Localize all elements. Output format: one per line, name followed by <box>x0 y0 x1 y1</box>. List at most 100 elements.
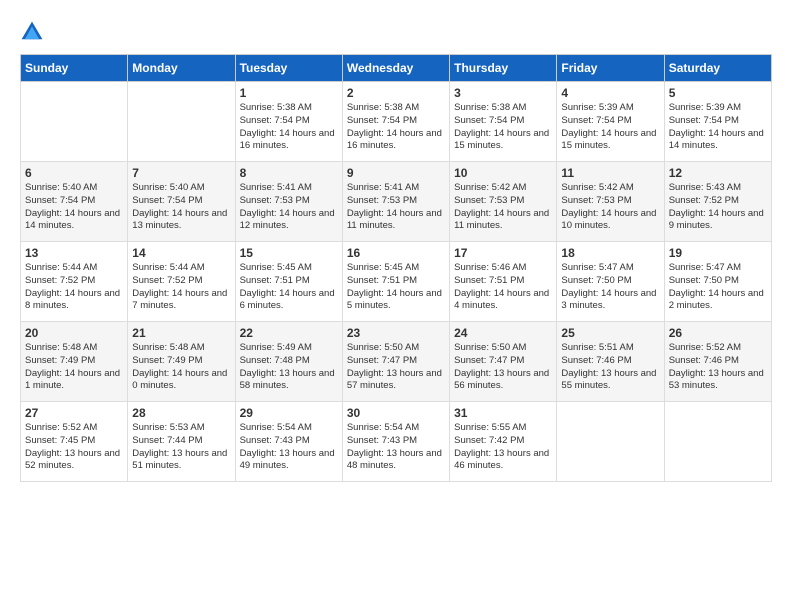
day-number: 16 <box>347 246 445 260</box>
day-number: 21 <box>132 326 230 340</box>
calendar-cell <box>21 82 128 162</box>
day-number: 1 <box>240 86 338 100</box>
cell-info: Sunrise: 5:48 AM Sunset: 7:49 PM Dayligh… <box>132 342 230 393</box>
calendar-cell: 19 Sunrise: 5:47 AM Sunset: 7:50 PM Dayli… <box>664 242 771 322</box>
day-number: 18 <box>561 246 659 260</box>
cell-info: Sunrise: 5:52 AM Sunset: 7:46 PM Dayligh… <box>669 342 767 393</box>
column-header-saturday: Saturday <box>664 55 771 82</box>
calendar-cell: 15 Sunrise: 5:45 AM Sunset: 7:51 PM Dayli… <box>235 242 342 322</box>
day-number: 29 <box>240 406 338 420</box>
day-number: 14 <box>132 246 230 260</box>
calendar-cell: 31 Sunrise: 5:55 AM Sunset: 7:42 PM Dayli… <box>450 402 557 482</box>
calendar-week-row: 1 Sunrise: 5:38 AM Sunset: 7:54 PM Daylig… <box>21 82 772 162</box>
calendar-cell: 5 Sunrise: 5:39 AM Sunset: 7:54 PM Daylig… <box>664 82 771 162</box>
cell-info: Sunrise: 5:54 AM Sunset: 7:43 PM Dayligh… <box>347 422 445 473</box>
cell-info: Sunrise: 5:40 AM Sunset: 7:54 PM Dayligh… <box>132 182 230 233</box>
day-number: 31 <box>454 406 552 420</box>
day-number: 6 <box>25 166 123 180</box>
cell-info: Sunrise: 5:42 AM Sunset: 7:53 PM Dayligh… <box>561 182 659 233</box>
calendar-week-row: 6 Sunrise: 5:40 AM Sunset: 7:54 PM Daylig… <box>21 162 772 242</box>
column-header-friday: Friday <box>557 55 664 82</box>
cell-info: Sunrise: 5:41 AM Sunset: 7:53 PM Dayligh… <box>240 182 338 233</box>
day-number: 23 <box>347 326 445 340</box>
day-number: 15 <box>240 246 338 260</box>
cell-info: Sunrise: 5:46 AM Sunset: 7:51 PM Dayligh… <box>454 262 552 313</box>
cell-info: Sunrise: 5:42 AM Sunset: 7:53 PM Dayligh… <box>454 182 552 233</box>
calendar-cell: 17 Sunrise: 5:46 AM Sunset: 7:51 PM Dayli… <box>450 242 557 322</box>
calendar-cell: 23 Sunrise: 5:50 AM Sunset: 7:47 PM Dayli… <box>342 322 449 402</box>
day-number: 24 <box>454 326 552 340</box>
calendar-cell: 10 Sunrise: 5:42 AM Sunset: 7:53 PM Dayli… <box>450 162 557 242</box>
cell-info: Sunrise: 5:38 AM Sunset: 7:54 PM Dayligh… <box>347 102 445 153</box>
cell-info: Sunrise: 5:47 AM Sunset: 7:50 PM Dayligh… <box>669 262 767 313</box>
calendar-cell <box>557 402 664 482</box>
column-header-monday: Monday <box>128 55 235 82</box>
day-number: 8 <box>240 166 338 180</box>
day-number: 26 <box>669 326 767 340</box>
column-header-thursday: Thursday <box>450 55 557 82</box>
cell-info: Sunrise: 5:41 AM Sunset: 7:53 PM Dayligh… <box>347 182 445 233</box>
column-header-sunday: Sunday <box>21 55 128 82</box>
calendar-week-row: 27 Sunrise: 5:52 AM Sunset: 7:45 PM Dayli… <box>21 402 772 482</box>
calendar-cell: 1 Sunrise: 5:38 AM Sunset: 7:54 PM Daylig… <box>235 82 342 162</box>
cell-info: Sunrise: 5:39 AM Sunset: 7:54 PM Dayligh… <box>561 102 659 153</box>
cell-info: Sunrise: 5:39 AM Sunset: 7:54 PM Dayligh… <box>669 102 767 153</box>
cell-info: Sunrise: 5:55 AM Sunset: 7:42 PM Dayligh… <box>454 422 552 473</box>
calendar-cell: 26 Sunrise: 5:52 AM Sunset: 7:46 PM Dayli… <box>664 322 771 402</box>
cell-info: Sunrise: 5:48 AM Sunset: 7:49 PM Dayligh… <box>25 342 123 393</box>
day-number: 12 <box>669 166 767 180</box>
day-number: 11 <box>561 166 659 180</box>
calendar-cell: 16 Sunrise: 5:45 AM Sunset: 7:51 PM Dayli… <box>342 242 449 322</box>
logo <box>20 20 48 44</box>
calendar-cell: 12 Sunrise: 5:43 AM Sunset: 7:52 PM Dayli… <box>664 162 771 242</box>
cell-info: Sunrise: 5:54 AM Sunset: 7:43 PM Dayligh… <box>240 422 338 473</box>
cell-info: Sunrise: 5:45 AM Sunset: 7:51 PM Dayligh… <box>347 262 445 313</box>
cell-info: Sunrise: 5:50 AM Sunset: 7:47 PM Dayligh… <box>347 342 445 393</box>
day-number: 22 <box>240 326 338 340</box>
calendar-cell: 4 Sunrise: 5:39 AM Sunset: 7:54 PM Daylig… <box>557 82 664 162</box>
day-number: 4 <box>561 86 659 100</box>
day-number: 27 <box>25 406 123 420</box>
day-number: 5 <box>669 86 767 100</box>
calendar-cell <box>128 82 235 162</box>
calendar-cell: 27 Sunrise: 5:52 AM Sunset: 7:45 PM Dayli… <box>21 402 128 482</box>
calendar-cell: 28Sunrise: 5:53 AM Sunset: 7:44 PM Dayli… <box>128 402 235 482</box>
calendar-cell: 29 Sunrise: 5:54 AM Sunset: 7:43 PM Dayli… <box>235 402 342 482</box>
day-number: 2 <box>347 86 445 100</box>
calendar-cell: 14Sunrise: 5:44 AM Sunset: 7:52 PM Dayli… <box>128 242 235 322</box>
column-header-wednesday: Wednesday <box>342 55 449 82</box>
calendar-cell: 3Sunrise: 5:38 AM Sunset: 7:54 PM Daylig… <box>450 82 557 162</box>
logo-icon <box>20 20 44 44</box>
day-number: 28 <box>132 406 230 420</box>
day-number: 19 <box>669 246 767 260</box>
cell-info: Sunrise: 5:47 AM Sunset: 7:50 PM Dayligh… <box>561 262 659 313</box>
cell-info: Sunrise: 5:52 AM Sunset: 7:45 PM Dayligh… <box>25 422 123 473</box>
calendar-cell: 20Sunrise: 5:48 AM Sunset: 7:49 PM Dayli… <box>21 322 128 402</box>
cell-info: Sunrise: 5:38 AM Sunset: 7:54 PM Dayligh… <box>240 102 338 153</box>
calendar-cell: 7Sunrise: 5:40 AM Sunset: 7:54 PM Daylig… <box>128 162 235 242</box>
cell-info: Sunrise: 5:38 AM Sunset: 7:54 PM Dayligh… <box>454 102 552 153</box>
day-number: 25 <box>561 326 659 340</box>
day-number: 17 <box>454 246 552 260</box>
calendar-header-row: SundayMondayTuesdayWednesdayThursdayFrid… <box>21 55 772 82</box>
calendar-cell: 30 Sunrise: 5:54 AM Sunset: 7:43 PM Dayli… <box>342 402 449 482</box>
cell-info: Sunrise: 5:43 AM Sunset: 7:52 PM Dayligh… <box>669 182 767 233</box>
day-number: 30 <box>347 406 445 420</box>
calendar-table: SundayMondayTuesdayWednesdayThursdayFrid… <box>20 54 772 482</box>
calendar-cell: 11 Sunrise: 5:42 AM Sunset: 7:53 PM Dayli… <box>557 162 664 242</box>
cell-info: Sunrise: 5:44 AM Sunset: 7:52 PM Dayligh… <box>25 262 123 313</box>
calendar-week-row: 20Sunrise: 5:48 AM Sunset: 7:49 PM Dayli… <box>21 322 772 402</box>
column-header-tuesday: Tuesday <box>235 55 342 82</box>
calendar-cell <box>664 402 771 482</box>
day-number: 9 <box>347 166 445 180</box>
calendar-cell: 9 Sunrise: 5:41 AM Sunset: 7:53 PM Daylig… <box>342 162 449 242</box>
cell-info: Sunrise: 5:45 AM Sunset: 7:51 PM Dayligh… <box>240 262 338 313</box>
cell-info: Sunrise: 5:40 AM Sunset: 7:54 PM Dayligh… <box>25 182 123 233</box>
day-number: 13 <box>25 246 123 260</box>
calendar-cell: 2 Sunrise: 5:38 AM Sunset: 7:54 PM Daylig… <box>342 82 449 162</box>
calendar-cell: 24 Sunrise: 5:50 AM Sunset: 7:47 PM Dayli… <box>450 322 557 402</box>
calendar-cell: 25Sunrise: 5:51 AM Sunset: 7:46 PM Dayli… <box>557 322 664 402</box>
cell-info: Sunrise: 5:50 AM Sunset: 7:47 PM Dayligh… <box>454 342 552 393</box>
day-number: 10 <box>454 166 552 180</box>
calendar-cell: 8 Sunrise: 5:41 AM Sunset: 7:53 PM Daylig… <box>235 162 342 242</box>
